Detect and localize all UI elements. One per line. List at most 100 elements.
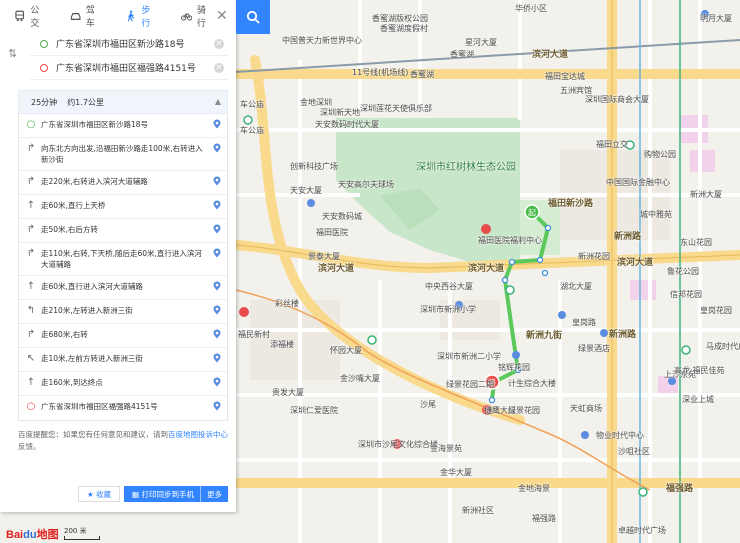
panel-footer: ★ 收藏 ▦ 打印同步到手机 更多 <box>78 486 228 502</box>
more-button[interactable]: 更多 <box>200 486 228 502</box>
map-poi-label: 沙尾 <box>420 400 436 409</box>
map-poi-label: 明月大厦 <box>700 14 732 23</box>
map-poi-label: 深圳莲花天使俱乐部 <box>360 104 432 113</box>
turn-right-icon: ↱ <box>26 248 36 259</box>
map-road-label: 福强路 <box>666 484 694 494</box>
route-step[interactable]: ↱ 走680米,右转 <box>19 324 227 348</box>
collapse-icon[interactable]: ▲ <box>215 97 221 106</box>
map-poi-label: 城中雅苑 <box>640 210 672 219</box>
route-step-text: 走210米,左转进入新洲三街 <box>41 306 133 315</box>
map-poi-label: 香蜜湖度假村 <box>380 24 428 33</box>
end-address-field[interactable]: 广东省深圳市福田区福强路4151号 ✕ <box>30 56 228 80</box>
clear-start-icon[interactable]: ✕ <box>214 38 224 49</box>
scale-bar <box>64 536 100 540</box>
route-step[interactable]: ○ 广东省深圳市福田区新沙路18号 <box>19 114 227 138</box>
map-road-label: 滨河大道 <box>468 264 505 274</box>
locate-pin-icon[interactable] <box>213 176 223 189</box>
map-poi-label: 天安数码城 <box>322 212 362 221</box>
transport-mode-tabs: 公交 驾车 步行 骑行 <box>0 0 236 32</box>
route-step[interactable]: ↱ 走110米,右转,下天桥,随后走60米,直行进入滨河大道辅路 <box>19 243 227 276</box>
turn-leftfront-icon: ↖ <box>26 353 36 364</box>
locate-pin-icon[interactable] <box>213 401 223 414</box>
route-step[interactable]: ↰ 走210米,左转进入新洲三街 <box>19 300 227 324</box>
route-step[interactable]: ↖ 走10米,左前方转进入新洲三街 <box>19 348 227 372</box>
swap-icon[interactable]: ⇅ <box>8 47 17 60</box>
locate-pin-icon[interactable] <box>213 143 223 156</box>
feedback-note: 百度提醒您：如果您有任何意见和建议，请到百度地图投诉中心反馈。 <box>18 429 228 453</box>
tab-walk[interactable]: 步行 <box>125 3 159 29</box>
route-step-text: 走60米,直行上天桥 <box>41 201 106 210</box>
turn-straight-icon: ↑ <box>26 377 36 388</box>
scale-label: 200 米 <box>64 527 87 535</box>
locate-pin-icon[interactable] <box>213 377 223 390</box>
map-poi-label: 怀园大厦 <box>330 346 362 355</box>
search-button[interactable] <box>236 0 270 34</box>
map-poi-label: 绿景酒店 <box>578 344 610 353</box>
locate-pin-icon[interactable] <box>213 224 223 237</box>
locate-pin-icon[interactable] <box>213 119 223 132</box>
locate-pin-icon[interactable] <box>213 305 223 318</box>
map-poi-label: 深圳市新洲小学 <box>420 305 476 314</box>
complaint-center-link[interactable]: 百度地图投诉中心 <box>168 430 228 439</box>
route-step-text: 广东省深圳市福田区新沙路18号 <box>41 120 149 129</box>
svg-text:起: 起 <box>528 209 536 218</box>
map-poi-label: 新洲花园 <box>578 252 610 261</box>
map-road-label: 滨河大道 <box>617 258 654 268</box>
car-icon <box>70 13 81 21</box>
locate-pin-icon[interactable] <box>213 200 223 213</box>
map-poi-label: 物业时代中心 <box>596 431 644 440</box>
route-step-text: 走220米,右转进入滨河大道辅路 <box>41 177 148 186</box>
clear-end-icon[interactable]: ✕ <box>214 62 224 73</box>
map-road-label: 滨河大道 <box>318 264 355 274</box>
map-poi-label: 卓越时代广场 <box>618 526 666 535</box>
route-summary[interactable]: 25分钟 约1.7公里 ▲ <box>18 90 228 114</box>
start-address-field[interactable]: 广东省深圳市福田区新沙路18号 ✕ <box>30 32 228 56</box>
favorite-button[interactable]: ★ 收藏 <box>78 486 120 502</box>
map-poi-label: 信邦花园 <box>670 290 702 299</box>
locate-pin-icon[interactable] <box>213 353 223 366</box>
route-step[interactable]: ↱ 向东北方向出发,沿福田新沙路走100米,右转进入新沙街 <box>19 138 227 171</box>
map-poi-label: 香蜜湖 <box>410 70 434 79</box>
tab-car[interactable]: 驾车 <box>70 3 104 29</box>
map-poi-label: 深圳新天地 <box>320 108 360 117</box>
map-poi-label: 车公庙 <box>240 100 264 109</box>
route-step[interactable]: ○ 广东省深圳市福田区福强路4151号 <box>19 396 227 420</box>
send-label: 打印同步到手机 <box>141 489 194 499</box>
map-poi-label: 中国普天力新世界中心 <box>282 36 362 45</box>
end-dot-icon <box>40 63 48 72</box>
map-poi-label: 天安数码时代大厦 <box>315 120 379 129</box>
map-poi-label: 福田立交 <box>596 140 628 149</box>
tab-bike[interactable]: 骑行 <box>180 3 215 29</box>
locate-pin-icon[interactable] <box>213 281 223 294</box>
locate-pin-icon[interactable] <box>213 248 223 261</box>
tab-bike-label: 骑行 <box>196 6 206 29</box>
logo-du: du <box>23 529 37 541</box>
map-poi-label: 东山花园 <box>680 238 712 247</box>
route-step-text: 走110米,右转,下天桥,随后走60米,直行进入滨河大道辅路 <box>41 249 202 269</box>
map-poi-label: 贵发大厦 <box>272 388 304 397</box>
map-poi-label: 深圳市新洲二小学 <box>437 352 501 361</box>
locate-pin-icon[interactable] <box>213 329 223 342</box>
route-step[interactable]: ↱ 走220米,右转进入滨河大道辅路 <box>19 171 227 195</box>
map-road-label: 新洲路 <box>614 232 642 242</box>
route-step[interactable]: ↑ 走160米,到达终点 <box>19 372 227 396</box>
tab-bus[interactable]: 公交 <box>14 3 48 29</box>
route-step[interactable]: ↑ 走60米,直行进入滨河大道辅路 <box>19 276 227 300</box>
send-to-phone-button[interactable]: ▦ 打印同步到手机 更多 <box>124 486 228 502</box>
baidu-map-logo: Baidu地图 <box>6 526 59 542</box>
close-icon[interactable]: ✕ <box>216 9 228 23</box>
route-step[interactable]: ↱ 走50米,右后方转 <box>19 219 227 243</box>
walk-icon <box>127 10 135 22</box>
park-label: 深圳市红树林生态公园 <box>416 162 516 173</box>
map-poi-label: 新洲社区 <box>462 506 494 515</box>
favorite-label: 收藏 <box>96 489 112 499</box>
map-poi-label: 创新科技广场 <box>290 162 338 171</box>
map-road-label: 新洲路 <box>609 330 637 340</box>
route-step[interactable]: ↑ 走60米,直行上天桥 <box>19 195 227 219</box>
tab-car-label: 驾车 <box>85 6 95 29</box>
route-step-text: 走680米,右转 <box>41 330 88 339</box>
start-address-text: 广东省深圳市福田区新沙路18号 <box>56 40 185 50</box>
print-icon: ▦ <box>132 489 140 499</box>
start-dot-icon: ○ <box>26 119 36 130</box>
map-poi-label: 天安大厦 <box>290 186 322 195</box>
